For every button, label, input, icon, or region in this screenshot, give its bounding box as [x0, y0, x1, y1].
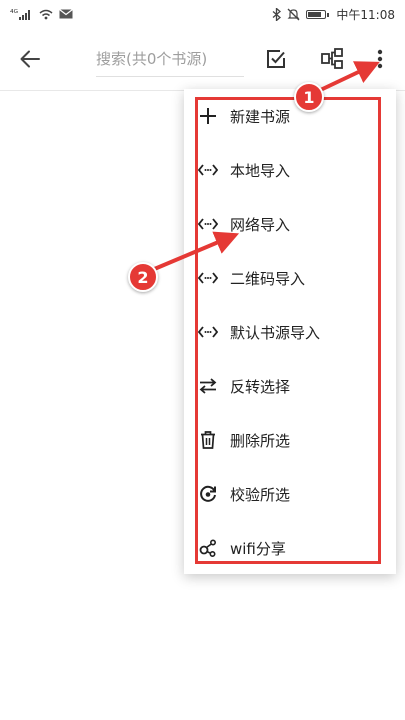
more-vert-icon[interactable] — [366, 45, 394, 73]
annotation-badge-1: 1 — [294, 82, 324, 112]
menu-item-invert-selection[interactable]: 反转选择 — [184, 359, 396, 413]
status-bar: ⁴ᴳ 中午11:08 — [0, 0, 405, 28]
check-refresh-icon — [197, 483, 219, 505]
wifi-icon — [39, 9, 53, 20]
plus-icon — [197, 105, 219, 127]
menu-item-label: 网络导入 — [230, 215, 291, 234]
status-bar-left: ⁴ᴳ — [10, 9, 73, 20]
menu-item-label: 本地导入 — [230, 161, 291, 180]
menu-item-label: 默认书源导入 — [230, 323, 321, 342]
search-underline — [96, 76, 244, 77]
status-time-value: 11:08 — [360, 7, 395, 22]
bluetooth-icon — [272, 7, 282, 21]
menu-item-label: 删除所选 — [230, 431, 291, 450]
trash-icon — [197, 429, 219, 451]
menu-item-label: 二维码导入 — [230, 269, 306, 288]
swap-icon — [197, 375, 219, 397]
back-arrow-icon[interactable] — [16, 45, 44, 73]
group-icon[interactable] — [318, 45, 346, 73]
status-time: 中午11:08 — [336, 6, 395, 23]
battery-icon — [306, 9, 330, 19]
app-bar — [0, 28, 405, 91]
status-bar-right: 中午11:08 — [272, 6, 395, 23]
code-icon — [197, 159, 219, 181]
menu-item-qrcode-import[interactable]: 二维码导入 — [184, 251, 396, 305]
annotation-badge-2: 2 — [128, 262, 158, 292]
menu-item-local-import[interactable]: 本地导入 — [184, 143, 396, 197]
share-icon — [197, 537, 219, 559]
code-icon — [197, 321, 219, 343]
menu-item-new-source[interactable]: 新建书源 — [184, 89, 396, 143]
menu-item-label: wifi分享 — [230, 539, 286, 558]
status-time-prefix: 中午 — [336, 7, 361, 22]
signal-icon: ⁴ᴳ — [10, 9, 33, 20]
mute-icon — [287, 8, 300, 21]
search-input[interactable] — [96, 46, 246, 72]
menu-item-label: 新建书源 — [230, 107, 291, 126]
menu-item-network-import[interactable]: 网络导入 — [184, 197, 396, 251]
mail-icon — [59, 9, 73, 19]
menu-item-label: 校验所选 — [230, 485, 291, 504]
menu-item-delete-selected[interactable]: 删除所选 — [184, 413, 396, 467]
edit-check-icon[interactable] — [262, 45, 290, 73]
menu-item-label: 反转选择 — [230, 377, 291, 396]
menu-item-default-import[interactable]: 默认书源导入 — [184, 305, 396, 359]
menu-item-wifi-share[interactable]: wifi分享 — [184, 521, 396, 575]
overflow-menu: 新建书源 本地导入 网络导入 二维码导入 默认书源导入 反转选择 删除所选 校验… — [184, 89, 396, 574]
signal-text: ⁴ᴳ — [10, 9, 18, 19]
menu-item-verify-selected[interactable]: 校验所选 — [184, 467, 396, 521]
battery-level — [306, 9, 330, 19]
code-icon — [197, 213, 219, 235]
code-icon — [197, 267, 219, 289]
